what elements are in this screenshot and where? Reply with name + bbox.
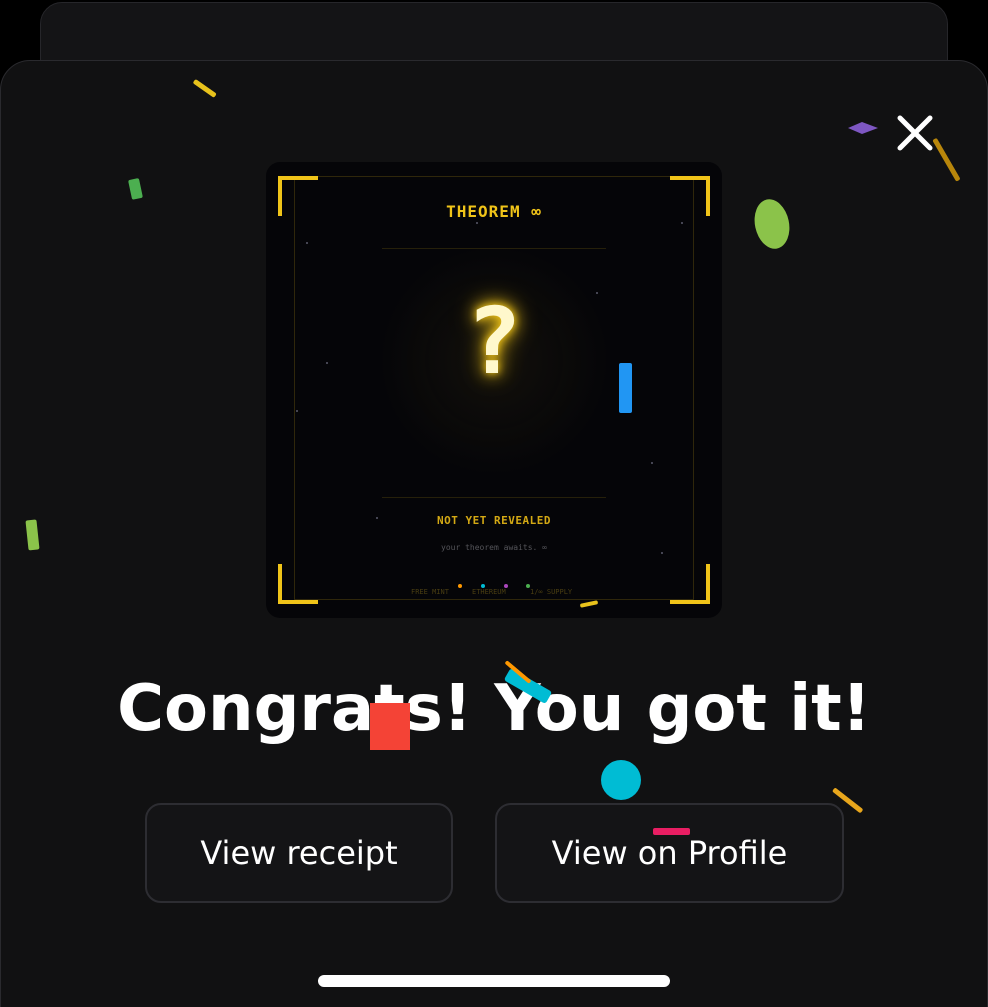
card-footer-left: FREE MINT [411,588,449,596]
home-indicator[interactable] [318,975,670,987]
status-dot [458,584,462,588]
star-dot [661,552,663,554]
view-receipt-button[interactable]: View receipt [145,803,453,903]
nft-preview-card[interactable]: THEOREM ∞ ? NOT YET REVEALED your theore… [266,162,722,618]
star-dot [476,222,478,224]
status-dot [481,584,485,588]
frame-corner-bottom-right [670,564,710,604]
reveal-status: NOT YET REVEALED [437,514,551,527]
close-button[interactable] [892,110,938,156]
star-dot [296,410,298,412]
star-dot [681,222,683,224]
view-on-profile-button[interactable]: View on Profile [495,803,844,903]
card-subtitle: your theorem awaits. ∞ [441,543,547,552]
screen: THEOREM ∞ ? NOT YET REVEALED your theore… [0,0,988,1007]
card-footer-right: 1/∞ SUPPLY [530,588,573,596]
star-dot [306,242,308,244]
card-footer-mid: ETHEREUM [472,588,506,596]
success-headline: Congrats! You got it! [117,672,871,746]
frame-corner-bottom-left [278,564,318,604]
status-dot [504,584,508,588]
card-title: THEOREM ∞ [446,202,542,221]
star-dot [651,462,653,464]
status-dot [526,584,530,588]
mystery-symbol: ? [466,288,522,395]
close-icon [897,115,933,151]
